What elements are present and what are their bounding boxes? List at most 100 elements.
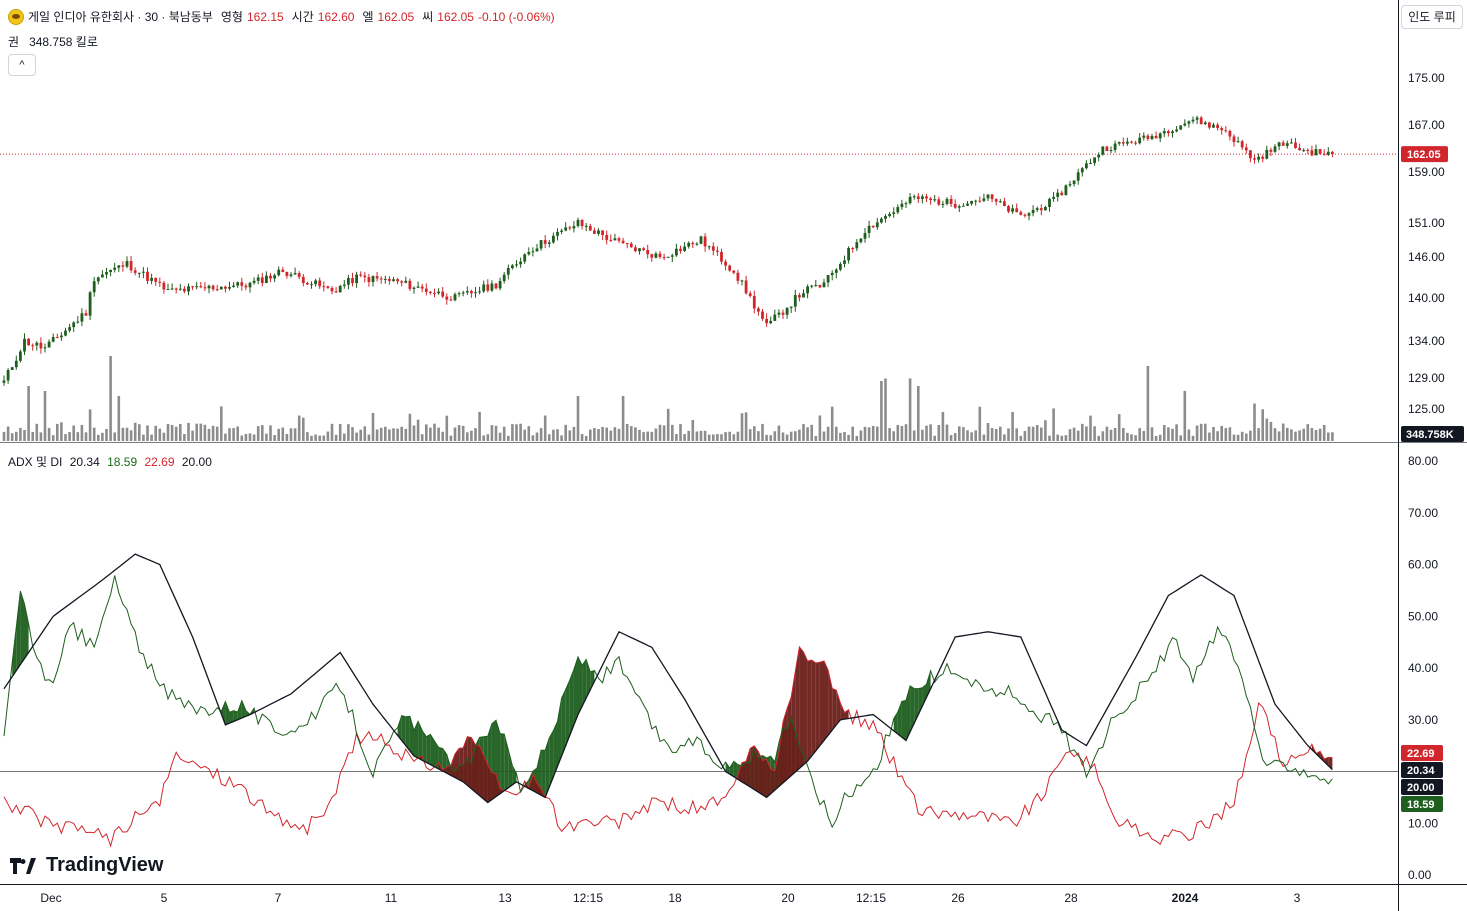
candle-body[interactable] [273,275,276,279]
candle-body[interactable] [584,225,588,227]
candle-body[interactable] [789,306,793,308]
candle-body[interactable] [72,322,76,328]
candle-body[interactable] [1228,131,1232,137]
candle-body[interactable] [785,307,789,315]
candle-body[interactable] [68,327,71,331]
candle-body[interactable] [1085,163,1088,169]
candle-body[interactable] [1322,153,1326,155]
candle-body[interactable] [543,240,547,244]
candle-body[interactable] [1310,150,1314,156]
symbol-title[interactable]: 게일 인디아 유한회사 · 30 · 북남동부 [28,8,213,25]
candle-body[interactable] [957,206,961,208]
candle-body[interactable] [892,212,896,214]
candle-body[interactable] [1072,180,1076,185]
candle-body[interactable] [211,285,215,290]
candle-body[interactable] [1150,135,1154,140]
candle-body[interactable] [470,291,473,294]
candle-body[interactable] [744,280,748,294]
candle-body[interactable] [301,276,305,284]
candle-body[interactable] [527,251,531,255]
candle-body[interactable] [552,235,555,243]
candle-body[interactable] [773,314,777,321]
candle-body[interactable] [1220,128,1224,131]
candle-body[interactable] [1195,117,1199,120]
candle-body[interactable] [1179,125,1183,130]
candle-body[interactable] [908,196,912,204]
candle-body[interactable] [1294,142,1297,148]
candle-body[interactable] [703,236,707,247]
candle-body[interactable] [478,291,481,293]
candle-body[interactable] [31,345,35,347]
candle-body[interactable] [720,251,723,262]
currency-button[interactable]: 인도 루피 [1401,5,1463,29]
candle-body[interactable] [711,246,715,251]
candle-body[interactable] [642,248,645,250]
candle-body[interactable] [625,243,629,245]
candle-body[interactable] [1056,192,1060,197]
candle-body[interactable] [1142,135,1146,138]
candle-body[interactable] [445,296,449,300]
candle-body[interactable] [96,277,100,282]
candle-body[interactable] [1105,146,1109,151]
candle-body[interactable] [502,274,506,282]
candle-body[interactable] [556,231,559,236]
candle-body[interactable] [1052,196,1055,199]
candle-body[interactable] [125,261,129,267]
candle-body[interactable] [1183,123,1187,126]
candle-body[interactable] [802,293,805,298]
candle-body[interactable] [613,238,617,241]
candle-body[interactable] [441,291,445,297]
adx-line[interactable] [3,553,1333,804]
candle-body[interactable] [232,285,235,288]
candle-body[interactable] [1007,206,1010,212]
candle-body[interactable] [1167,131,1170,134]
candle-body[interactable] [236,282,240,286]
candle-body[interactable] [588,225,592,231]
candle-body[interactable] [888,213,891,217]
candle-body[interactable] [244,285,248,288]
indicator-name[interactable]: ADX 및 DI [8,455,62,469]
candle-body[interactable] [650,254,654,258]
candle-body[interactable] [511,265,514,269]
candle-body[interactable] [383,278,387,280]
candle-body[interactable] [1146,135,1150,140]
candle-body[interactable] [1113,143,1117,151]
candle-body[interactable] [1224,130,1228,132]
candle-body[interactable] [1154,135,1158,139]
candle-body[interactable] [498,281,502,289]
candle-body[interactable] [1101,146,1105,155]
candle-body[interactable] [990,194,994,200]
candle-body[interactable] [359,274,363,276]
candle-body[interactable] [375,276,379,279]
candle-body[interactable] [781,312,785,315]
candle-body[interactable] [683,246,686,252]
candle-body[interactable] [109,269,112,273]
candle-body[interactable] [162,282,166,290]
candle-body[interactable] [724,261,727,266]
candle-body[interactable] [203,287,207,289]
candle-body[interactable] [576,219,580,227]
candle-body[interactable] [593,230,596,234]
candle-body[interactable] [994,199,998,202]
candle-body[interactable] [433,292,436,294]
candle-body[interactable] [839,263,842,270]
candle-body[interactable] [736,272,740,281]
candle-body[interactable] [1126,141,1129,144]
candle-body[interactable] [568,227,572,229]
candle-body[interactable] [51,337,55,342]
indicator-pane[interactable] [0,553,1398,848]
candle-body[interactable] [1117,142,1121,144]
candle-body[interactable] [1261,156,1265,159]
candle-body[interactable] [154,277,158,282]
candle-body[interactable] [1240,141,1244,148]
candle-body[interactable] [457,293,461,295]
candle-body[interactable] [687,242,691,247]
candle-body[interactable] [953,203,957,208]
candle-body[interactable] [158,281,162,283]
candle-body[interactable] [1138,137,1142,144]
candle-body[interactable] [6,369,10,381]
candle-body[interactable] [351,278,354,284]
candle-body[interactable] [1068,184,1072,186]
candle-body[interactable] [150,277,153,281]
candle-body[interactable] [1265,149,1269,159]
